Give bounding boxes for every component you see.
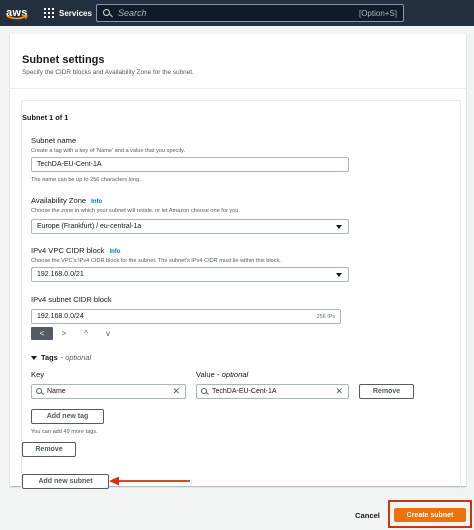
aws-smile-icon <box>6 15 28 20</box>
vpc-cidr-value: 192.168.0.0/21 <box>37 271 84 278</box>
search-shortcut: [Option+S] <box>358 8 397 18</box>
subnet-cidr-input[interactable] <box>37 313 317 320</box>
vpc-cidr-label-text: IPv4 VPC CIDR block <box>31 246 105 255</box>
top-navigation: aws Services [Option+S] <box>0 0 474 26</box>
create-subnet-button[interactable]: Create subnet <box>394 508 466 522</box>
aws-logo[interactable]: aws <box>6 3 32 23</box>
vpc-cidr-info-link[interactable]: Info <box>109 249 120 255</box>
tags-remaining-text: You can add 49 more tags. <box>31 429 98 435</box>
caret-down-icon <box>336 224 342 229</box>
vpc-cidr-description: Choose the VPC's IPv4 CIDR block for the… <box>31 258 281 264</box>
chevron-right-icon[interactable]: > <box>53 327 75 340</box>
clear-icon[interactable]: ✕ <box>172 387 180 396</box>
grid-icon <box>44 8 54 18</box>
cidr-stepper: < > ^ v <box>31 327 119 340</box>
subnet-name-label: Subnet name <box>31 136 77 145</box>
subnet-name-field[interactable] <box>31 157 349 172</box>
caret-down-icon <box>336 272 342 277</box>
cancel-button[interactable]: Cancel <box>355 511 380 520</box>
tags-label: Tags <box>41 353 58 362</box>
subnet-name-description: Create a tag with a key of 'Name' and a … <box>31 148 186 154</box>
tag-value-input[interactable] <box>212 388 336 395</box>
ip-count-badge: 256 IPs <box>316 313 335 320</box>
create-subnet-highlight: Create subnet <box>388 500 472 528</box>
tag-key-label: Key <box>31 370 45 379</box>
add-new-tag-button[interactable]: Add new tag <box>31 409 104 424</box>
availability-zone-value: Europe (Frankfurt) / eu-central-1a <box>37 223 142 230</box>
clear-icon[interactable]: ✕ <box>335 387 343 396</box>
subnet-cidr-field[interactable]: 256 IPs <box>31 309 341 324</box>
caret-down-icon <box>31 355 37 360</box>
search-bar[interactable]: [Option+S] <box>96 4 404 22</box>
availability-zone-info-link[interactable]: Info <box>91 199 102 205</box>
chevron-down-icon[interactable]: v <box>97 327 119 340</box>
panel-divider <box>10 88 466 89</box>
tag-value-label-text: Value <box>196 370 215 379</box>
tag-value-field[interactable]: ✕ <box>196 384 349 399</box>
availability-zone-description: Choose the zone in which your subnet wil… <box>31 208 240 214</box>
vpc-cidr-label: IPv4 VPC CIDR block Info <box>31 246 120 255</box>
chevron-left-icon[interactable]: < <box>31 327 53 340</box>
search-icon <box>36 388 43 395</box>
vpc-cidr-select[interactable]: 192.168.0.0/21 <box>31 267 349 282</box>
add-new-subnet-button[interactable]: Add new subnet <box>22 474 109 489</box>
tags-expander[interactable]: Tags - optional <box>31 353 91 362</box>
search-icon <box>103 8 112 18</box>
availability-zone-label: Availability Zone Info <box>31 196 102 205</box>
subnet-name-input[interactable] <box>37 161 348 168</box>
search-input[interactable] <box>112 8 359 18</box>
tag-value-optional: - optional <box>216 370 249 379</box>
search-icon <box>201 388 208 395</box>
services-menu-button[interactable]: Services <box>44 4 92 22</box>
subnet-header: Subnet 1 of 1 <box>22 113 69 122</box>
subnet-cidr-label: IPv4 subnet CIDR block <box>31 295 112 304</box>
remove-tag-button[interactable]: Remove <box>359 384 414 399</box>
remove-subnet-button[interactable]: Remove <box>22 442 76 457</box>
availability-zone-label-text: Availability Zone <box>31 196 87 205</box>
panel-title: Subnet settings <box>22 54 105 66</box>
panel-description: Specify the CIDR blocks and Availability… <box>22 69 194 76</box>
chevron-up-icon[interactable]: ^ <box>75 327 97 340</box>
tag-key-input[interactable] <box>47 388 173 395</box>
tags-optional: - optional <box>60 353 92 362</box>
tag-value-label: Value - optional <box>196 370 248 379</box>
services-label: Services <box>59 8 92 18</box>
subnet-name-hint: The name can be up to 256 characters lon… <box>31 177 141 183</box>
availability-zone-select[interactable]: Europe (Frankfurt) / eu-central-1a <box>31 219 349 234</box>
tag-key-field[interactable]: ✕ <box>31 384 186 399</box>
